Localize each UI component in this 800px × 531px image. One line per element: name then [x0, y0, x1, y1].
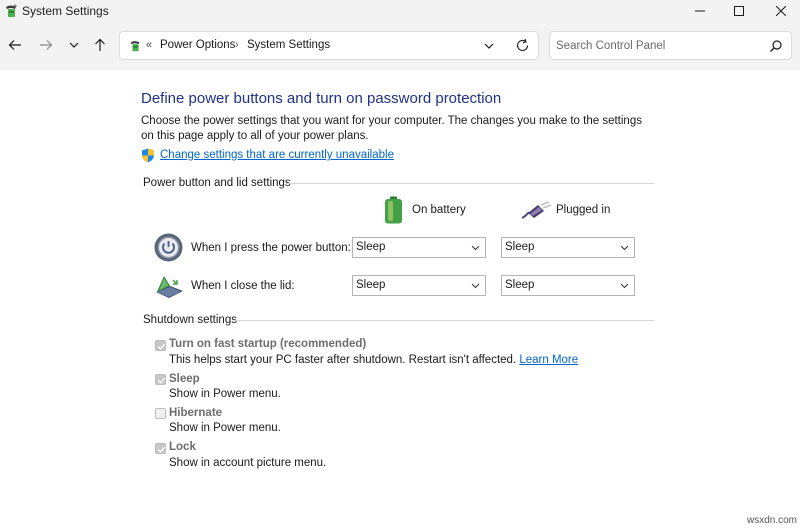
select-value: Sleep	[505, 279, 535, 291]
chevron-down-icon[interactable]	[482, 39, 496, 53]
change-settings-link[interactable]: Change settings that are currently unava…	[160, 149, 394, 161]
power-plug-icon	[521, 201, 552, 219]
forward-arrow-icon	[40, 40, 53, 50]
section-divider	[286, 183, 654, 184]
search-box[interactable]	[549, 31, 792, 60]
section-label-shutdown: Shutdown settings	[143, 314, 237, 326]
select-value: Sleep	[356, 279, 386, 291]
title-bar: System Settings	[0, 0, 800, 22]
power-options-icon	[130, 41, 140, 52]
select-value: Sleep	[356, 241, 386, 253]
sleep-description: Show in Power menu.	[169, 388, 281, 400]
maximize-icon	[734, 6, 744, 16]
up-arrow-icon	[95, 38, 105, 51]
power-button-label: When I press the power button:	[191, 242, 351, 254]
lid-label: When I close the lid:	[191, 280, 295, 292]
chevron-down-icon	[69, 42, 79, 48]
lock-description: Show in account picture menu.	[169, 457, 327, 469]
learn-more-link[interactable]: Learn More	[519, 354, 578, 366]
uac-shield-icon	[142, 148, 154, 163]
power-options-icon	[6, 4, 17, 17]
refresh-icon[interactable]	[515, 38, 530, 53]
sleep-label: Sleep	[169, 373, 200, 385]
hibernate-label: Hibernate	[169, 407, 223, 419]
address-bar[interactable]: « Power Options › System Settings	[119, 31, 539, 60]
maximize-button[interactable]	[720, 0, 758, 22]
chevron-down-icon	[471, 245, 480, 251]
breadcrumb-separator[interactable]: ›	[235, 39, 239, 51]
power-button-battery-select[interactable]: Sleep	[352, 237, 486, 258]
minimize-icon	[695, 10, 705, 12]
navigation-bar: « Power Options › System Settings	[0, 22, 800, 70]
chevron-down-icon	[471, 283, 480, 289]
breadcrumb-system-settings[interactable]: System Settings	[247, 39, 330, 51]
chevron-down-icon	[620, 245, 629, 251]
page-title: Define power buttons and turn on passwor…	[141, 90, 502, 107]
checkmark-icon	[157, 446, 166, 453]
lid-battery-select[interactable]: Sleep	[352, 275, 486, 296]
hibernate-checkbox[interactable]	[155, 408, 166, 419]
fast-startup-label: Turn on fast startup (recommended)	[169, 338, 367, 350]
back-arrow-icon	[8, 40, 21, 50]
address-overflow-chevron[interactable]: «	[146, 39, 152, 51]
search-input[interactable]	[556, 37, 756, 54]
recent-locations-button[interactable]	[65, 36, 83, 54]
breadcrumb-power-options[interactable]: Power Options	[160, 39, 235, 51]
close-icon	[776, 6, 786, 16]
hibernate-description: Show in Power menu.	[169, 422, 281, 434]
power-button-plugged-select[interactable]: Sleep	[501, 237, 635, 258]
close-button[interactable]	[762, 0, 800, 22]
up-button[interactable]	[91, 36, 109, 54]
battery-icon	[385, 196, 402, 224]
search-icon[interactable]	[769, 39, 783, 53]
page-description: Choose the power settings that you want …	[141, 115, 642, 142]
section-divider	[233, 320, 654, 321]
checkmark-icon	[157, 343, 166, 350]
power-button-icon	[154, 233, 183, 262]
column-plugged-in: Plugged in	[556, 204, 611, 216]
lid-plugged-select[interactable]: Sleep	[501, 275, 635, 296]
checkmark-icon	[157, 377, 166, 384]
watermark: wsxdn.com	[747, 515, 798, 526]
forward-button[interactable]	[37, 36, 55, 54]
laptop-lid-icon	[156, 276, 183, 298]
lock-checkbox[interactable]	[155, 443, 166, 454]
fast-startup-description: This helps start your PC faster after sh…	[169, 354, 578, 366]
sleep-checkbox[interactable]	[155, 374, 166, 385]
chevron-down-icon	[620, 283, 629, 289]
fast-startup-checkbox[interactable]	[155, 340, 166, 351]
window-title: System Settings	[22, 4, 109, 18]
select-value: Sleep	[505, 241, 535, 253]
section-label-power-lid: Power button and lid settings	[143, 177, 291, 189]
minimize-button[interactable]	[681, 0, 719, 22]
fast-startup-desc-text: This helps start your PC faster after sh…	[169, 354, 520, 366]
column-on-battery: On battery	[412, 204, 466, 216]
back-button[interactable]	[6, 36, 24, 54]
lock-label: Lock	[169, 441, 196, 453]
